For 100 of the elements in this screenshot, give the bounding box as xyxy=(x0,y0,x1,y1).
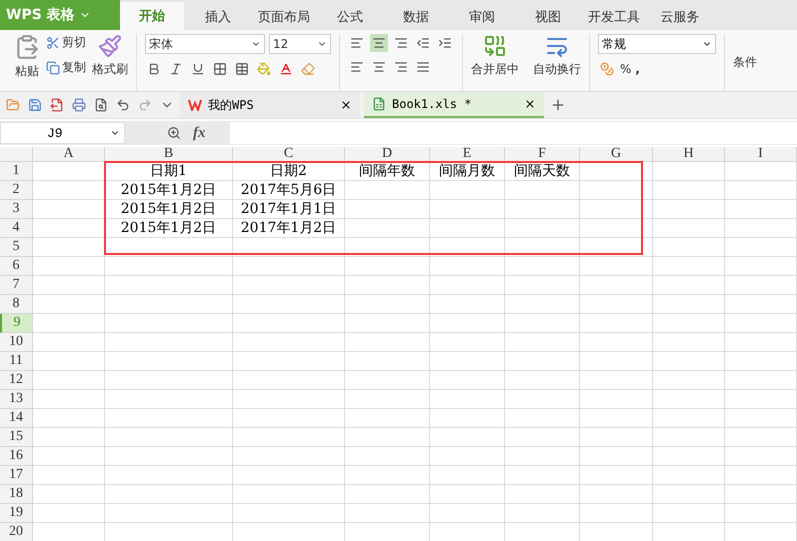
ribbon-tab[interactable]: 审阅 xyxy=(450,4,514,30)
row-header[interactable]: 5 xyxy=(0,238,33,257)
row-header[interactable]: 20 xyxy=(0,523,33,541)
row-header[interactable]: 6 xyxy=(0,257,33,276)
row-header[interactable]: 11 xyxy=(0,352,33,371)
table-cell xyxy=(725,257,797,276)
ribbon-tab[interactable]: 云服务 xyxy=(648,4,712,30)
table-cell xyxy=(653,409,725,428)
close-icon xyxy=(524,98,536,110)
ribbon-tab[interactable]: 开始 xyxy=(120,2,184,30)
row-header[interactable]: 12 xyxy=(0,371,33,390)
conditional-format-button[interactable]: 条件 xyxy=(733,54,757,71)
spreadsheet-icon xyxy=(372,97,386,111)
column-header[interactable]: E xyxy=(430,147,505,162)
borders-icon[interactable] xyxy=(211,60,229,78)
ribbon-tab[interactable]: 开发工具 xyxy=(582,4,646,30)
comma-button[interactable]: , xyxy=(635,62,640,76)
table-cell: 2015年1月2日 xyxy=(105,219,233,238)
ribbon-tab[interactable]: 页面布局 xyxy=(252,4,316,30)
table-cell xyxy=(33,447,105,466)
table-cell xyxy=(725,504,797,523)
column-header[interactable]: H xyxy=(653,147,725,162)
table-cell: 2015年1月2日 xyxy=(105,200,233,219)
row-header[interactable]: 7 xyxy=(0,276,33,295)
print-icon[interactable] xyxy=(70,96,88,114)
cut-button[interactable]: 剪切 xyxy=(46,34,86,51)
function-label[interactable]: fx xyxy=(193,124,206,142)
wrap-text-button[interactable]: 自动换行 xyxy=(533,34,581,78)
row-header[interactable]: 8 xyxy=(0,295,33,314)
table-cell xyxy=(33,314,105,333)
font-size-select[interactable]: 12 xyxy=(269,34,331,54)
save-icon[interactable] xyxy=(26,96,44,114)
row-header[interactable]: 1 xyxy=(0,162,33,181)
fill-color-icon[interactable] xyxy=(255,60,273,78)
column-header[interactable]: D xyxy=(345,147,430,162)
table-cell xyxy=(33,295,105,314)
copy-button[interactable]: 复制 xyxy=(46,59,86,76)
format-painter-button[interactable]: 格式刷 xyxy=(92,34,128,91)
table-cell xyxy=(653,181,725,200)
table-cell xyxy=(653,371,725,390)
table-cell xyxy=(33,352,105,371)
table-cell: 间隔月数 xyxy=(430,162,505,181)
percent-button[interactable]: % xyxy=(620,62,632,76)
table-cell xyxy=(725,333,797,352)
ribbon-tab[interactable]: 插入 xyxy=(186,4,250,30)
row-header[interactable]: 17 xyxy=(0,466,33,485)
zoom-icon[interactable] xyxy=(165,124,183,142)
table-cell xyxy=(653,257,725,276)
merge-cells-icon xyxy=(483,34,507,58)
table-cell xyxy=(653,352,725,371)
table-icon[interactable] xyxy=(233,60,251,78)
row-header[interactable]: 3 xyxy=(0,200,33,219)
row-header[interactable]: 10 xyxy=(0,333,33,352)
column-header[interactable]: C xyxy=(233,147,345,162)
document-tab[interactable]: 我的WPS xyxy=(180,92,360,118)
row-header[interactable]: 2 xyxy=(0,181,33,200)
document-tab[interactable]: Book1.xls * xyxy=(364,92,544,118)
table-cell xyxy=(725,314,797,333)
table-cell xyxy=(725,428,797,447)
table-cell: 日期2 xyxy=(233,162,345,181)
table-cell xyxy=(725,371,797,390)
table-cell xyxy=(653,333,725,352)
align-icon[interactable] xyxy=(370,34,388,52)
row-header[interactable]: 15 xyxy=(0,428,33,447)
table-cell xyxy=(33,333,105,352)
row-header[interactable]: 13 xyxy=(0,390,33,409)
table-cell: 间隔天数 xyxy=(505,162,580,181)
table-cell xyxy=(653,295,725,314)
table-cell xyxy=(725,181,797,200)
row-header[interactable]: 19 xyxy=(0,504,33,523)
ribbon-tab[interactable]: 公式 xyxy=(318,4,382,30)
row-header[interactable]: 18 xyxy=(0,485,33,504)
table-cell xyxy=(33,466,105,485)
row-header[interactable]: 16 xyxy=(0,447,33,466)
table-cell xyxy=(725,219,797,238)
name-box[interactable]: J9 xyxy=(0,122,125,144)
column-header[interactable]: I xyxy=(725,147,797,162)
table-cell: 2015年1月2日 xyxy=(105,181,233,200)
table-cell xyxy=(725,390,797,409)
table-cell xyxy=(725,466,797,485)
table-cell xyxy=(33,504,105,523)
row-header[interactable]: 4 xyxy=(0,219,33,238)
table-cell xyxy=(653,162,725,181)
ribbon-tab[interactable]: 数据 xyxy=(384,4,448,30)
column-header[interactable]: G xyxy=(580,147,653,162)
table-cell xyxy=(653,504,725,523)
ribbon-tab[interactable]: 视图 xyxy=(516,4,580,30)
merge-center-button[interactable]: 合并居中 xyxy=(471,34,519,78)
row-header[interactable]: 14 xyxy=(0,409,33,428)
table-cell: 2017年1月2日 xyxy=(233,219,345,238)
number-format-select[interactable]: 常规 xyxy=(598,34,716,54)
table-cell xyxy=(33,428,105,447)
column-header[interactable]: F xyxy=(505,147,580,162)
font-family-select[interactable]: 宋体 xyxy=(145,34,265,54)
table-cell: 日期1 xyxy=(105,162,233,181)
table-cell xyxy=(653,314,725,333)
column-header[interactable]: B xyxy=(105,147,233,162)
column-header[interactable]: A xyxy=(33,147,105,162)
table-cell xyxy=(33,390,105,409)
paste-button[interactable]: 粘贴 xyxy=(14,34,40,91)
